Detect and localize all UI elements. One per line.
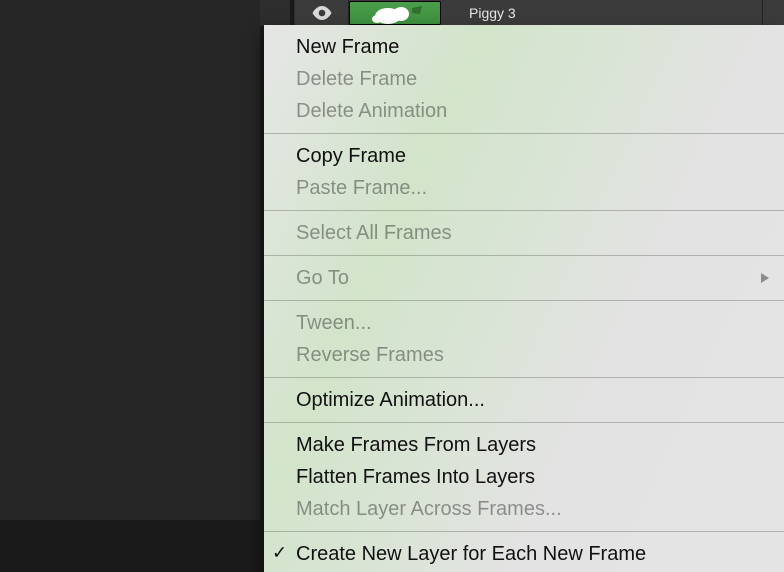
menu-optimize-animation[interactable]: Optimize Animation...	[264, 384, 784, 416]
menu-tween: Tween...	[264, 307, 784, 339]
menu-label: Optimize Animation...	[296, 387, 485, 413]
menu-label: Match Layer Across Frames...	[296, 496, 562, 522]
menu-label: Select All Frames	[296, 220, 452, 246]
menu-label: Tween...	[296, 310, 372, 336]
menu-separator	[264, 377, 784, 378]
menu-make-frames-from-layers[interactable]: Make Frames From Layers	[264, 429, 784, 461]
menu-separator	[264, 210, 784, 211]
menu-label: Copy Frame	[296, 143, 406, 169]
menu-select-all-frames: Select All Frames	[264, 217, 784, 249]
left-panel	[0, 0, 260, 520]
eye-icon	[312, 6, 332, 20]
check-icon: ✓	[272, 540, 287, 566]
menu-label: Delete Animation	[296, 98, 447, 124]
menu-separator	[264, 133, 784, 134]
menu-delete-frame: Delete Frame	[264, 63, 784, 95]
menu-separator	[264, 422, 784, 423]
menu-match-layer-across-frames: Match Layer Across Frames...	[264, 493, 784, 525]
thumbnail-art	[368, 4, 422, 24]
visibility-toggle[interactable]	[295, 0, 349, 26]
menu-label: Flatten Frames Into Layers	[296, 464, 535, 490]
chevron-right-icon	[760, 272, 770, 284]
app-root: Piggy 3 New Frame Delete Frame Delete An…	[0, 0, 784, 572]
menu-label: New Frame	[296, 34, 399, 60]
menu-separator	[264, 531, 784, 532]
menu-separator	[264, 300, 784, 301]
menu-go-to: Go To	[264, 262, 784, 294]
menu-paste-frame: Paste Frame...	[264, 172, 784, 204]
menu-label: Go To	[296, 265, 349, 291]
menu-flatten-frames-into-layers[interactable]: Flatten Frames Into Layers	[264, 461, 784, 493]
menu-new-frame[interactable]: New Frame	[264, 31, 784, 63]
menu-label: Delete Frame	[296, 66, 417, 92]
menu-label: Create New Layer for Each New Frame	[296, 541, 646, 567]
menu-create-new-layer-for-each-frame[interactable]: ✓ Create New Layer for Each New Frame	[264, 538, 784, 570]
timeline-context-menu: New Frame Delete Frame Delete Animation …	[264, 25, 784, 572]
left-panel-footer	[0, 520, 260, 572]
layer-name-label[interactable]: Piggy 3	[441, 5, 516, 21]
menu-label: Make Frames From Layers	[296, 432, 536, 458]
menu-reverse-frames: Reverse Frames	[264, 339, 784, 371]
menu-copy-frame[interactable]: Copy Frame	[264, 140, 784, 172]
menu-label: Reverse Frames	[296, 342, 444, 368]
menu-delete-animation: Delete Animation	[264, 95, 784, 127]
menu-separator	[264, 255, 784, 256]
menu-label: Paste Frame...	[296, 175, 427, 201]
layer-row[interactable]: Piggy 3	[295, 0, 784, 26]
row-right-spacer	[762, 0, 784, 26]
timeline-column-divider	[290, 0, 294, 26]
layer-thumbnail[interactable]	[349, 1, 441, 25]
